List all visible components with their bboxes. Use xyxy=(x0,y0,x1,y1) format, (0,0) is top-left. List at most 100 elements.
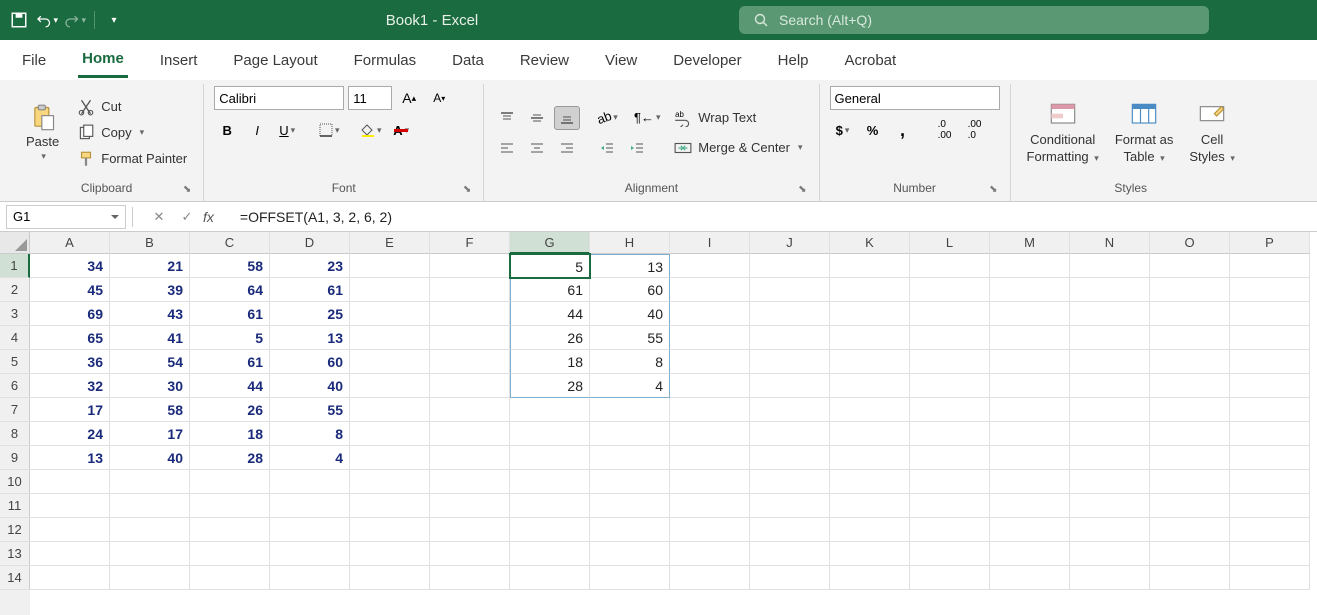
cell[interactable] xyxy=(430,350,510,374)
cell[interactable] xyxy=(590,446,670,470)
cell[interactable]: 40 xyxy=(270,374,350,398)
cell[interactable]: 44 xyxy=(510,302,590,326)
cell[interactable]: 8 xyxy=(590,350,670,374)
cell[interactable] xyxy=(1150,302,1230,326)
cell[interactable] xyxy=(430,326,510,350)
cell[interactable] xyxy=(430,542,510,566)
cell[interactable]: 5 xyxy=(190,326,270,350)
column-header[interactable]: P xyxy=(1230,232,1310,254)
row-header[interactable]: 3 xyxy=(0,302,30,326)
cell[interactable] xyxy=(830,494,910,518)
cell[interactable] xyxy=(1150,542,1230,566)
cell[interactable] xyxy=(270,566,350,590)
cell[interactable] xyxy=(670,542,750,566)
column-header[interactable]: K xyxy=(830,232,910,254)
accounting-format-icon[interactable]: $▾ xyxy=(830,118,856,142)
cell[interactable]: 61 xyxy=(190,350,270,374)
tab-data[interactable]: Data xyxy=(448,44,488,77)
row-header[interactable]: 13 xyxy=(0,542,30,566)
cell[interactable] xyxy=(1070,542,1150,566)
bold-button[interactable]: B xyxy=(214,118,240,142)
cell[interactable]: 30 xyxy=(110,374,190,398)
column-header[interactable]: C xyxy=(190,232,270,254)
cell[interactable] xyxy=(1070,350,1150,374)
cell[interactable] xyxy=(430,278,510,302)
cell[interactable]: 25 xyxy=(270,302,350,326)
percent-format-icon[interactable]: % xyxy=(860,118,886,142)
tab-acrobat[interactable]: Acrobat xyxy=(841,44,901,77)
cell[interactable] xyxy=(910,446,990,470)
format-as-table-button[interactable]: Format as Table ▾ xyxy=(1109,100,1180,166)
cell[interactable] xyxy=(670,422,750,446)
cell[interactable] xyxy=(990,302,1070,326)
cell[interactable] xyxy=(350,446,430,470)
cell[interactable]: 55 xyxy=(590,326,670,350)
cell[interactable] xyxy=(190,566,270,590)
cell[interactable] xyxy=(430,518,510,542)
increase-indent-icon[interactable] xyxy=(624,136,650,160)
column-header[interactable]: A xyxy=(30,232,110,254)
cell[interactable] xyxy=(830,254,910,278)
cell[interactable] xyxy=(430,422,510,446)
cell[interactable] xyxy=(750,350,830,374)
font-color-button[interactable]: A▾ xyxy=(388,118,414,142)
cell[interactable] xyxy=(1070,518,1150,542)
cell[interactable] xyxy=(1150,326,1230,350)
cell[interactable]: 45 xyxy=(30,278,110,302)
cell[interactable] xyxy=(990,566,1070,590)
cell[interactable]: 13 xyxy=(270,326,350,350)
cell[interactable] xyxy=(670,566,750,590)
cell[interactable] xyxy=(270,470,350,494)
cell[interactable] xyxy=(1070,302,1150,326)
cell[interactable] xyxy=(350,542,430,566)
cell[interactable] xyxy=(110,566,190,590)
cell[interactable] xyxy=(750,566,830,590)
row-header[interactable]: 1 xyxy=(0,254,30,278)
fx-icon[interactable]: fx xyxy=(203,209,214,225)
cell[interactable]: 28 xyxy=(510,374,590,398)
underline-button[interactable]: U▾ xyxy=(274,118,300,142)
cell[interactable] xyxy=(750,326,830,350)
cell[interactable] xyxy=(910,374,990,398)
tab-home[interactable]: Home xyxy=(78,42,128,78)
cell[interactable] xyxy=(830,374,910,398)
cell[interactable] xyxy=(830,278,910,302)
cell[interactable] xyxy=(1150,566,1230,590)
font-size-select[interactable] xyxy=(348,86,392,110)
cell[interactable] xyxy=(1230,542,1310,566)
cell[interactable] xyxy=(110,518,190,542)
borders-button[interactable]: ▾ xyxy=(316,118,342,142)
cell[interactable] xyxy=(190,470,270,494)
merge-center-button[interactable]: Merge & Center ▾ xyxy=(668,136,808,160)
column-header[interactable]: F xyxy=(430,232,510,254)
cell[interactable]: 5 xyxy=(510,254,590,278)
cell[interactable] xyxy=(1150,446,1230,470)
cell[interactable] xyxy=(190,518,270,542)
cell[interactable] xyxy=(590,566,670,590)
cell[interactable] xyxy=(990,350,1070,374)
cell[interactable]: 8 xyxy=(270,422,350,446)
number-dialog-launcher-icon[interactable]: ⬊ xyxy=(989,184,997,195)
row-header[interactable]: 5 xyxy=(0,350,30,374)
cell[interactable]: 13 xyxy=(30,446,110,470)
cell[interactable] xyxy=(990,374,1070,398)
cell[interactable] xyxy=(510,422,590,446)
comma-format-icon[interactable]: , xyxy=(890,118,916,142)
cell[interactable]: 4 xyxy=(270,446,350,470)
cell[interactable] xyxy=(910,398,990,422)
cell[interactable] xyxy=(830,326,910,350)
cell[interactable] xyxy=(1150,254,1230,278)
align-top-icon[interactable] xyxy=(494,106,520,130)
cell[interactable]: 43 xyxy=(110,302,190,326)
alignment-dialog-launcher-icon[interactable]: ⬊ xyxy=(798,184,806,195)
cell[interactable]: 58 xyxy=(110,398,190,422)
cell[interactable] xyxy=(350,518,430,542)
cell[interactable]: 61 xyxy=(270,278,350,302)
cell[interactable] xyxy=(1230,398,1310,422)
cell[interactable]: 18 xyxy=(510,350,590,374)
cell[interactable] xyxy=(910,326,990,350)
cell[interactable]: 32 xyxy=(30,374,110,398)
cell[interactable] xyxy=(670,350,750,374)
column-header[interactable]: B xyxy=(110,232,190,254)
row-header[interactable]: 10 xyxy=(0,470,30,494)
